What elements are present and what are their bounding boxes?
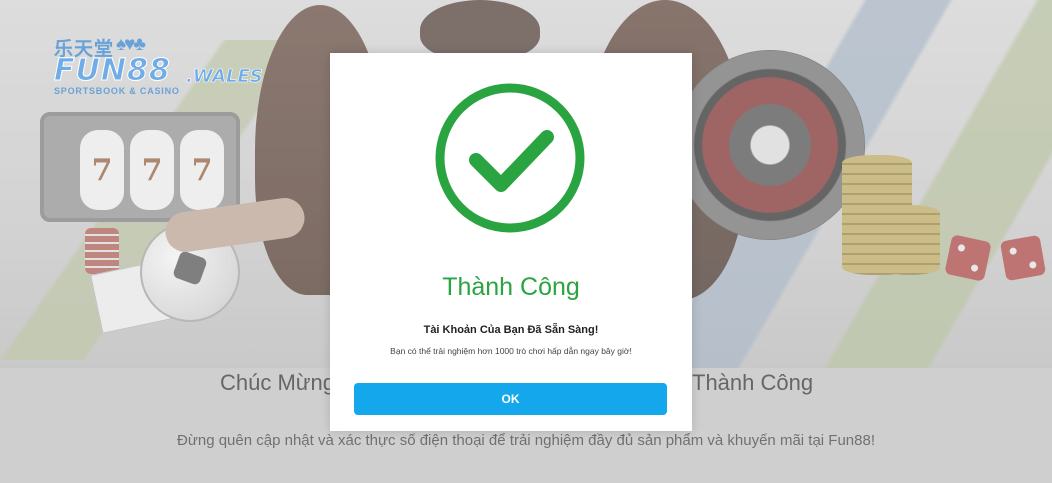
modal-subtitle: Tài Khoản Của Bạn Đã Sẵn Sàng! [423,324,599,336]
check-circle-icon [435,83,585,233]
ok-button[interactable]: OK [354,383,667,415]
modal-title: Thành Công [442,273,580,301]
modal-message: Bạn có thể trải nghiệm hơn 1000 trò chơi… [390,346,632,356]
success-modal: Thành Công Tài Khoản Của Bạn Đã Sẵn Sàng… [330,53,692,431]
